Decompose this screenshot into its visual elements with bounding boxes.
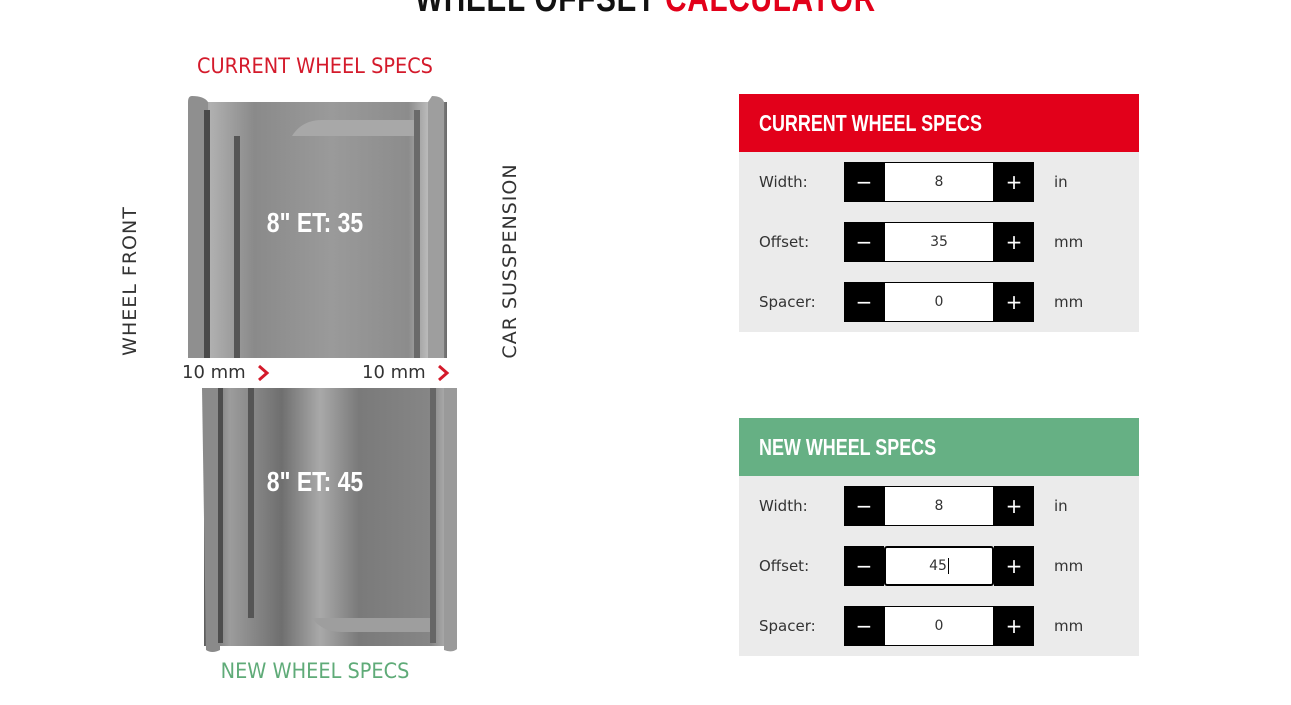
- offset-label: Offset:: [759, 233, 810, 251]
- new-offset-increment-button[interactable]: +: [994, 546, 1034, 586]
- width-label: Width:: [759, 497, 808, 515]
- car-offset-diff-text: 10 mm: [362, 362, 426, 383]
- new-width-decrement-button[interactable]: −: [844, 486, 884, 526]
- chevron-right-icon: [437, 364, 449, 381]
- spacer-unit: mm: [1054, 617, 1084, 635]
- new-offset-input[interactable]: 45: [884, 546, 994, 586]
- current-offset-increment-button[interactable]: +: [994, 222, 1034, 262]
- current-width-decrement-button[interactable]: −: [844, 162, 884, 202]
- new-width-stepper: − 8 +: [844, 486, 1034, 526]
- current-offset-decrement-button[interactable]: −: [844, 222, 884, 262]
- new-specs-panel: NEW WHEEL SPECS Width: − 8 + in Offset: …: [739, 418, 1139, 656]
- current-spacer-input[interactable]: 0: [884, 282, 994, 322]
- current-width-input[interactable]: 8: [884, 162, 994, 202]
- spacer-unit: mm: [1054, 293, 1084, 311]
- spacer-label: Spacer:: [759, 293, 816, 311]
- width-label: Width:: [759, 173, 808, 191]
- new-wheel-image: [182, 388, 457, 654]
- offset-label: Offset:: [759, 557, 810, 575]
- diagram-current-label: CURRENT WHEEL SPECS: [197, 54, 433, 78]
- width-unit: in: [1054, 497, 1068, 515]
- new-width-input[interactable]: 8: [884, 486, 994, 526]
- front-offset-diff-text: 10 mm: [182, 362, 246, 383]
- width-unit: in: [1054, 173, 1068, 191]
- chevron-right-icon: [257, 364, 269, 381]
- new-offset-row: Offset: − 45 + mm: [739, 546, 1139, 586]
- new-width-row: Width: − 8 + in: [739, 486, 1139, 526]
- current-offset-row: Offset: − 35 + mm: [739, 222, 1139, 262]
- current-offset-stepper: − 35 +: [844, 222, 1034, 262]
- current-width-increment-button[interactable]: +: [994, 162, 1034, 202]
- new-width-increment-button[interactable]: +: [994, 486, 1034, 526]
- spacer-label: Spacer:: [759, 617, 816, 635]
- new-offset-stepper: − 45 +: [844, 546, 1034, 586]
- new-spacer-input[interactable]: 0: [884, 606, 994, 646]
- new-wheel-spec: 8" ET: 45: [266, 466, 364, 497]
- new-offset-value: 45: [929, 558, 947, 574]
- new-spacer-decrement-button[interactable]: −: [844, 606, 884, 646]
- new-spacer-row: Spacer: − 0 + mm: [739, 606, 1139, 646]
- car-suspension-label: CAR SUSSPENSION: [499, 163, 521, 359]
- new-spacer-increment-button[interactable]: +: [994, 606, 1034, 646]
- current-spacer-stepper: − 0 +: [844, 282, 1034, 322]
- text-caret: [947, 558, 949, 574]
- front-offset-diff: 10 mm: [182, 362, 270, 383]
- current-specs-heading: CURRENT WHEEL SPECS: [739, 94, 1139, 152]
- new-spacer-stepper: − 0 +: [844, 606, 1034, 646]
- wheel-front-label: WHEEL FRONT: [119, 206, 141, 356]
- current-spacer-increment-button[interactable]: +: [994, 282, 1034, 322]
- page-title-part2: CALCULATOR: [665, 0, 876, 20]
- current-specs-panel: CURRENT WHEEL SPECS Width: − 8 + in Offs…: [739, 94, 1139, 332]
- current-wheel-spec: 8" ET: 35: [266, 207, 364, 238]
- diagram-new-label: NEW WHEEL SPECS: [220, 659, 410, 683]
- car-offset-diff: 10 mm: [362, 362, 450, 383]
- current-spacer-decrement-button[interactable]: −: [844, 282, 884, 322]
- current-width-stepper: − 8 +: [844, 162, 1034, 202]
- current-offset-input[interactable]: 35: [884, 222, 994, 262]
- new-offset-decrement-button[interactable]: −: [844, 546, 884, 586]
- offset-unit: mm: [1054, 233, 1084, 251]
- new-specs-heading: NEW WHEEL SPECS: [739, 418, 1139, 476]
- current-spacer-row: Spacer: − 0 + mm: [739, 282, 1139, 322]
- current-width-row: Width: − 8 + in: [739, 162, 1139, 202]
- offset-unit: mm: [1054, 557, 1084, 575]
- page-title: WHEEL OFFSET CALCULATOR: [142, 0, 1149, 21]
- page-title-part1: WHEEL OFFSET: [415, 0, 665, 20]
